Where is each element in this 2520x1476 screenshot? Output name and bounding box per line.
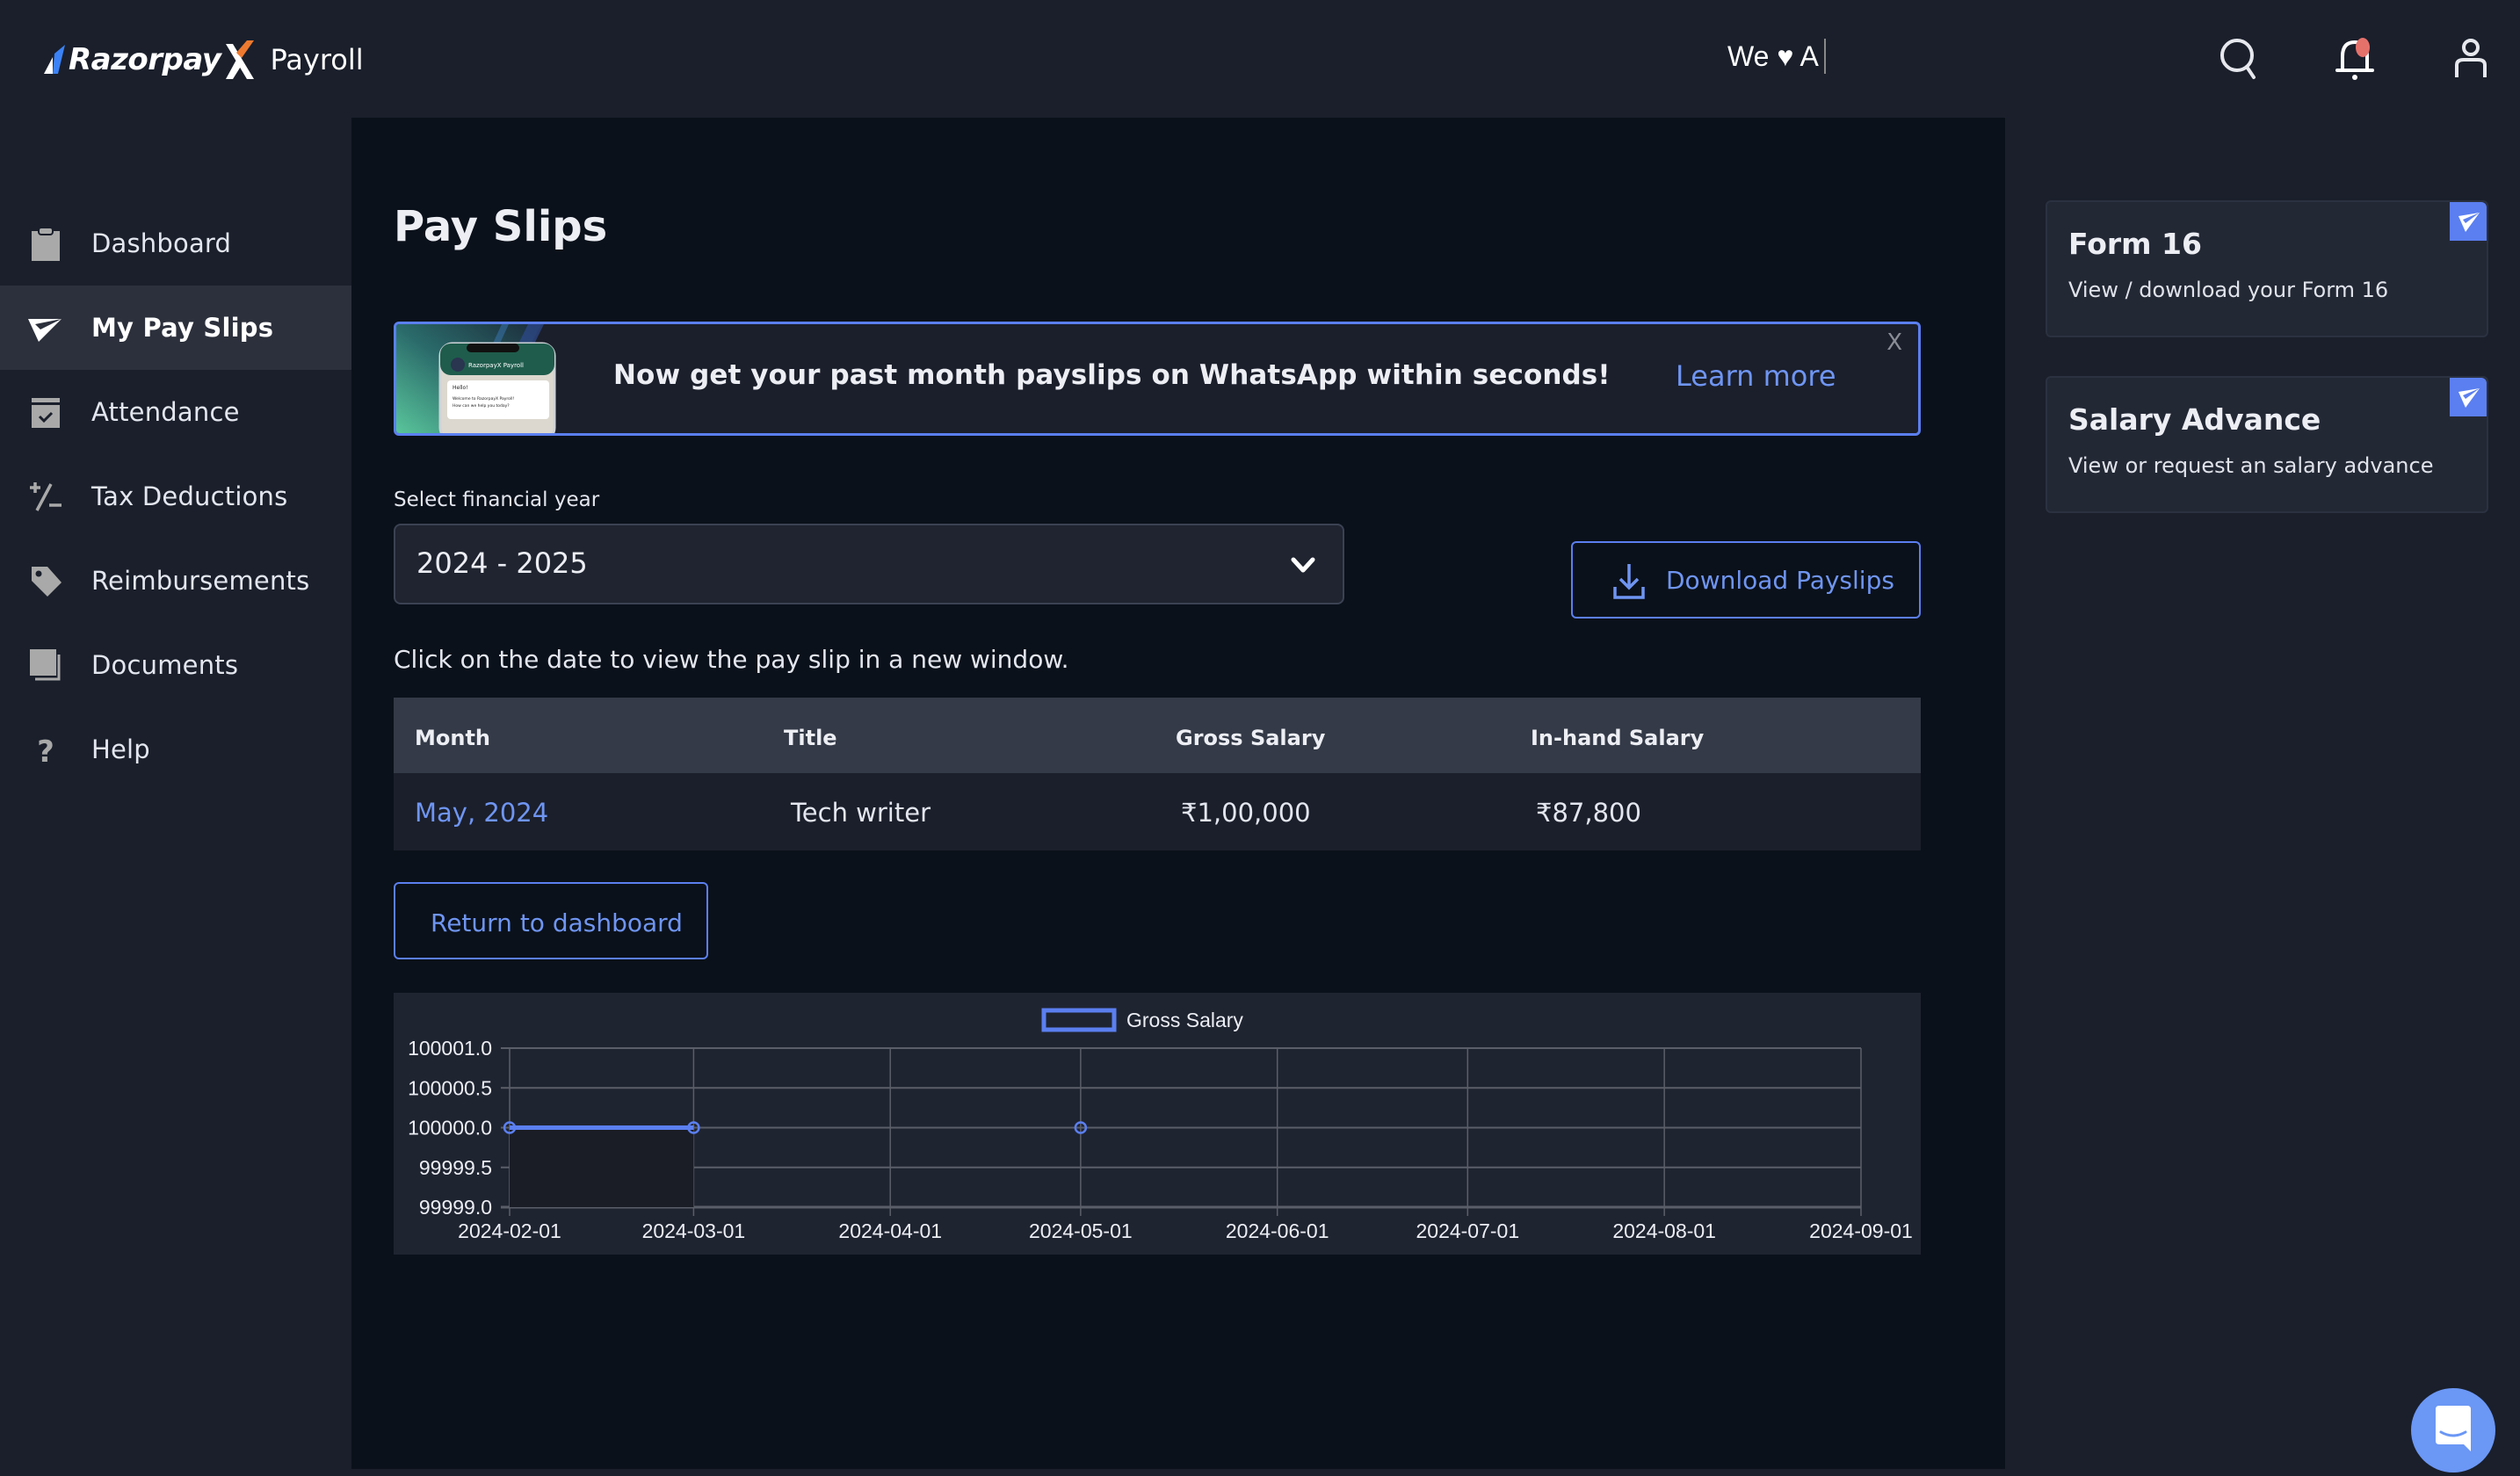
- close-banner-button[interactable]: X: [1886, 329, 1902, 356]
- sidebar-item-label: My Pay Slips: [91, 313, 274, 343]
- return-to-dashboard-label: Return to dashboard: [431, 908, 683, 937]
- x-tick-label: 2024-06-01: [1226, 1219, 1329, 1242]
- salary-advance-card[interactable]: Salary Advance View or request an salary…: [2046, 376, 2488, 513]
- card-title: Form 16: [2068, 227, 2202, 261]
- payslip-inhand-salary: ₹87,800: [1536, 798, 1641, 828]
- phone-header-text: RazorpayX Payroll: [468, 362, 524, 369]
- chat-bubble-icon: [2436, 1406, 2471, 1451]
- column-header-month: Month: [415, 726, 491, 750]
- razorpay-x-icon: [226, 40, 255, 79]
- download-payslips-button[interactable]: Download Payslips: [1571, 541, 1921, 619]
- column-header-gross-salary: Gross Salary: [1176, 726, 1326, 750]
- y-tick-label: 99999.0: [419, 1196, 492, 1219]
- notification-dot: [2356, 38, 2370, 57]
- sidebar-item-label: Help: [91, 734, 150, 764]
- card-title: Salary Advance: [2068, 402, 2321, 437]
- y-tick-label: 100000.5: [408, 1076, 492, 1099]
- chat-support-button[interactable]: [2411, 1388, 2495, 1472]
- legend-swatch: [1041, 1008, 1117, 1032]
- y-tick-label: 100001.0: [408, 1037, 492, 1060]
- announcement-marquee: We ♥ A: [1727, 39, 1826, 74]
- bell-icon[interactable]: [2330, 33, 2379, 83]
- phone-msg-welcome: Welcome to RazorpayX Payroll!: [453, 396, 514, 402]
- whatsapp-promo-banner: RazorpayX Payroll Hello! Welcome to Razo…: [394, 322, 1921, 436]
- payslip-title: Tech writer: [791, 798, 931, 828]
- column-header-inhand-salary: In-hand Salary: [1531, 726, 1705, 750]
- razorpay-mark-icon: [44, 45, 65, 74]
- payslips-table: Month Title Gross Salary In-hand Salary …: [394, 698, 1921, 850]
- sidebar-item-reimbursements[interactable]: Reimbursements: [0, 539, 351, 623]
- banner-message: Now get your past month payslips on What…: [613, 359, 1611, 391]
- sidebar-item-attendance[interactable]: Attendance: [0, 370, 351, 454]
- search-icon[interactable]: [2214, 33, 2263, 83]
- chart-canvas: 100001.0100000.5100000.099999.599999.020…: [408, 1008, 1913, 1242]
- sidebar-item-help[interactable]: ? Help: [0, 707, 351, 792]
- card-subtitle: View / download your Form 16: [2068, 278, 2389, 302]
- x-tick-label: 2024-05-01: [1029, 1219, 1133, 1242]
- main-content: Pay Slips RazorpayX Payroll Hello! Welco…: [351, 118, 2005, 1469]
- x-tick-label: 2024-03-01: [642, 1219, 746, 1242]
- tag-icon: [32, 567, 62, 597]
- documents-icon: [30, 649, 61, 681]
- paper-plane-icon: [28, 319, 62, 342]
- brand-name: Razorpay: [69, 42, 221, 77]
- razorpayx-payroll-logo[interactable]: Razorpay Payroll: [44, 35, 364, 84]
- card-subtitle: View or request an salary advance: [2068, 453, 2434, 478]
- product-name: Payroll: [270, 43, 364, 76]
- payslip-gross-salary: ₹1,00,000: [1181, 798, 1311, 828]
- page-title: Pay Slips: [394, 202, 608, 251]
- financial-year-value: 2024 - 2025: [416, 546, 588, 580]
- plus-minus-icon: [30, 482, 62, 511]
- sidebar-item-label: Documents: [91, 650, 239, 680]
- top-header: Razorpay Payroll We ♥ A: [0, 0, 2520, 118]
- sidebar-item-label: Dashboard: [91, 228, 232, 258]
- financial-year-select[interactable]: 2024 - 2025: [394, 524, 1344, 604]
- financial-year-label: Select financial year: [394, 488, 600, 511]
- user-icon[interactable]: [2446, 33, 2495, 83]
- x-tick-label: 2024-04-01: [838, 1219, 942, 1242]
- download-payslips-label: Download Payslips: [1666, 566, 1894, 595]
- sidebar-item-documents[interactable]: Documents: [0, 623, 351, 707]
- y-tick-label: 100000.0: [408, 1117, 492, 1140]
- phone-msg-help: How can we help you today?: [453, 403, 510, 409]
- line-area-fill: [510, 1127, 694, 1207]
- x-tick-label: 2024-02-01: [458, 1219, 561, 1242]
- calendar-check-icon: [32, 398, 60, 428]
- svg-text:?: ?: [37, 734, 54, 767]
- form16-card[interactable]: Form 16 View / download your Form 16: [2046, 200, 2488, 337]
- x-tick-label: 2024-08-01: [1612, 1219, 1716, 1242]
- card-badge: [2450, 378, 2487, 416]
- sidebar-item-label: Attendance: [91, 397, 240, 427]
- sidebar-item-tax-deductions[interactable]: Tax Deductions: [0, 454, 351, 539]
- clipboard-icon: [32, 227, 60, 261]
- column-header-title: Title: [784, 726, 837, 750]
- payslip-month-link[interactable]: May, 2024: [415, 798, 548, 828]
- download-icon: [1613, 564, 1645, 599]
- sidebar-item-my-pay-slips[interactable]: My Pay Slips: [0, 286, 351, 370]
- card-badge: [2450, 202, 2487, 241]
- sidebar: Dashboard My Pay Slips Attendance Tax De…: [0, 118, 351, 1469]
- x-tick-label: 2024-07-01: [1416, 1219, 1519, 1242]
- question-icon: ?: [37, 734, 54, 767]
- x-tick-label: 2024-09-01: [1809, 1219, 1913, 1242]
- paper-plane-icon: [2458, 213, 2480, 232]
- whatsapp-phone-illustration: RazorpayX Payroll Hello! Welcome to Razo…: [396, 324, 556, 433]
- y-tick-label: 99999.5: [419, 1156, 492, 1179]
- return-to-dashboard-button[interactable]: Return to dashboard: [394, 882, 708, 959]
- chevron-down-icon: [1291, 557, 1315, 573]
- phone-msg-hello: Hello!: [453, 385, 468, 391]
- sidebar-item-label: Tax Deductions: [91, 481, 288, 511]
- paper-plane-icon: [2458, 388, 2480, 408]
- learn-more-link[interactable]: Learn more: [1676, 359, 1836, 393]
- right-panel: Form 16 View / download your Form 16 Sal…: [2005, 118, 2520, 1469]
- table-header: Month Title Gross Salary In-hand Salary: [394, 698, 1921, 773]
- table-row: May, 2024 Tech writer ₹1,00,000 ₹87,800: [394, 773, 1921, 850]
- sidebar-item-dashboard[interactable]: Dashboard: [0, 201, 351, 286]
- instruction-text: Click on the date to view the pay slip i…: [394, 645, 1069, 674]
- legend-label: Gross Salary: [1126, 1009, 1243, 1031]
- gross-salary-chart: 100001.0 100000.5 100000.0 99999.5 99999.0 20…: [394, 993, 1921, 1255]
- sidebar-item-label: Reimbursements: [91, 566, 310, 596]
